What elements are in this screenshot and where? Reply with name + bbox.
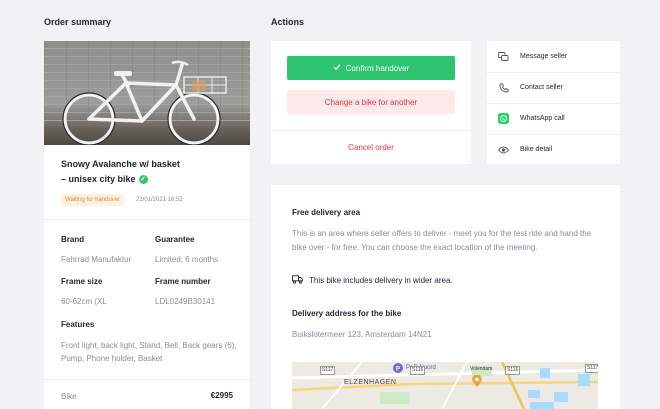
bike-title-line1: Snowy Avalanche w/ basket bbox=[61, 159, 180, 169]
order-date: 21/01/2021 16:52 bbox=[136, 197, 183, 203]
map-label-s117: S117 bbox=[320, 366, 336, 375]
price-label: Bike bbox=[61, 392, 77, 401]
free-delivery-text: This is an area where seller offers to d… bbox=[292, 229, 592, 252]
message-seller-label: Message seller bbox=[520, 53, 568, 60]
brand-value: Fahrrad Manufaktur bbox=[61, 255, 132, 264]
delivery-address-heading: Delivery address for the bike bbox=[292, 309, 402, 318]
features-label: Features bbox=[61, 320, 95, 329]
chat-icon bbox=[487, 51, 520, 62]
map-label-s116: S116 bbox=[410, 366, 426, 375]
change-bike-button[interactable]: Change a bike for another bbox=[287, 90, 455, 114]
actions-heading: Actions bbox=[271, 17, 305, 27]
whatsapp-icon bbox=[487, 113, 520, 124]
phone-icon bbox=[487, 83, 520, 93]
free-delivery-heading: Free delivery area bbox=[292, 208, 361, 217]
guarantee-value: Limited; 6 months bbox=[155, 255, 219, 264]
map-label-volendam: Volendam bbox=[470, 366, 493, 372]
map-label-s117-right: S117 bbox=[585, 364, 598, 373]
order-summary-heading: Order summary bbox=[44, 17, 112, 27]
features-value: Front light, back light, Stand, Bell, Ba… bbox=[61, 341, 237, 363]
bike-detail-label: Bike detail bbox=[520, 146, 553, 153]
contact-seller-label: Contact seller bbox=[520, 84, 563, 91]
frame-number-value: LDL0249B30141 bbox=[155, 297, 216, 306]
cancel-order-button[interactable]: Cancel order bbox=[271, 130, 471, 164]
truck-icon bbox=[292, 275, 303, 286]
eye-icon bbox=[487, 146, 520, 154]
contact-seller-item[interactable]: Contact seller bbox=[487, 72, 620, 103]
wider-delivery-note: This bike includes delivery in wider are… bbox=[292, 275, 453, 286]
guarantee-label: Guarantee bbox=[155, 235, 195, 244]
delivery-card: Free delivery area This is an area where… bbox=[271, 185, 620, 409]
delivery-address-value: Buikslotermeer 123, Amsterdam 14N21 bbox=[292, 330, 432, 339]
actions-card: Confirm handover Change a bike for anoth… bbox=[271, 41, 471, 164]
bike-title: Snowy Avalanche w/ basket – unisex city … bbox=[61, 157, 236, 187]
bike-photo bbox=[44, 41, 250, 145]
svg-text:P: P bbox=[396, 367, 400, 373]
divider bbox=[44, 219, 250, 220]
bike-detail-item[interactable]: Bike detail bbox=[487, 134, 620, 165]
contact-card: Message seller Contact seller WhatsApp c… bbox=[487, 41, 620, 164]
map-label-s116-right: S116 bbox=[505, 366, 521, 375]
map-pin-icon bbox=[472, 374, 482, 392]
confirm-handover-label: Confirm handover bbox=[345, 63, 410, 73]
frame-size-label: Frame size bbox=[61, 277, 103, 286]
order-summary-card: Snowy Avalanche w/ basket – unisex city … bbox=[44, 41, 250, 409]
wider-delivery-text: This bike includes delivery in wider are… bbox=[309, 276, 453, 285]
checkmark-icon bbox=[333, 63, 341, 73]
status-badge: Waiting for handover bbox=[61, 194, 125, 206]
whatsapp-call-label: WhatsApp call bbox=[520, 115, 565, 122]
price-value: €2995 bbox=[210, 391, 233, 400]
bike-title-line2: – unisex city bike bbox=[61, 174, 136, 184]
brand-label: Brand bbox=[61, 235, 85, 244]
whatsapp-call-item[interactable]: WhatsApp call bbox=[487, 103, 620, 134]
message-seller-item[interactable]: Message seller bbox=[487, 41, 620, 72]
divider bbox=[44, 379, 250, 380]
map-label-elzenhagen: ELZENHAGEN bbox=[344, 379, 397, 386]
frame-number-label: Frame number bbox=[155, 277, 211, 286]
confirm-handover-button[interactable]: Confirm handover bbox=[287, 56, 455, 80]
verified-check-icon: ✓ bbox=[138, 175, 148, 185]
frame-size-value: 60-62cm (XL bbox=[61, 297, 107, 306]
delivery-map[interactable]: P S117 P+R Noord S116 S116 S117 Volendam… bbox=[292, 362, 598, 409]
